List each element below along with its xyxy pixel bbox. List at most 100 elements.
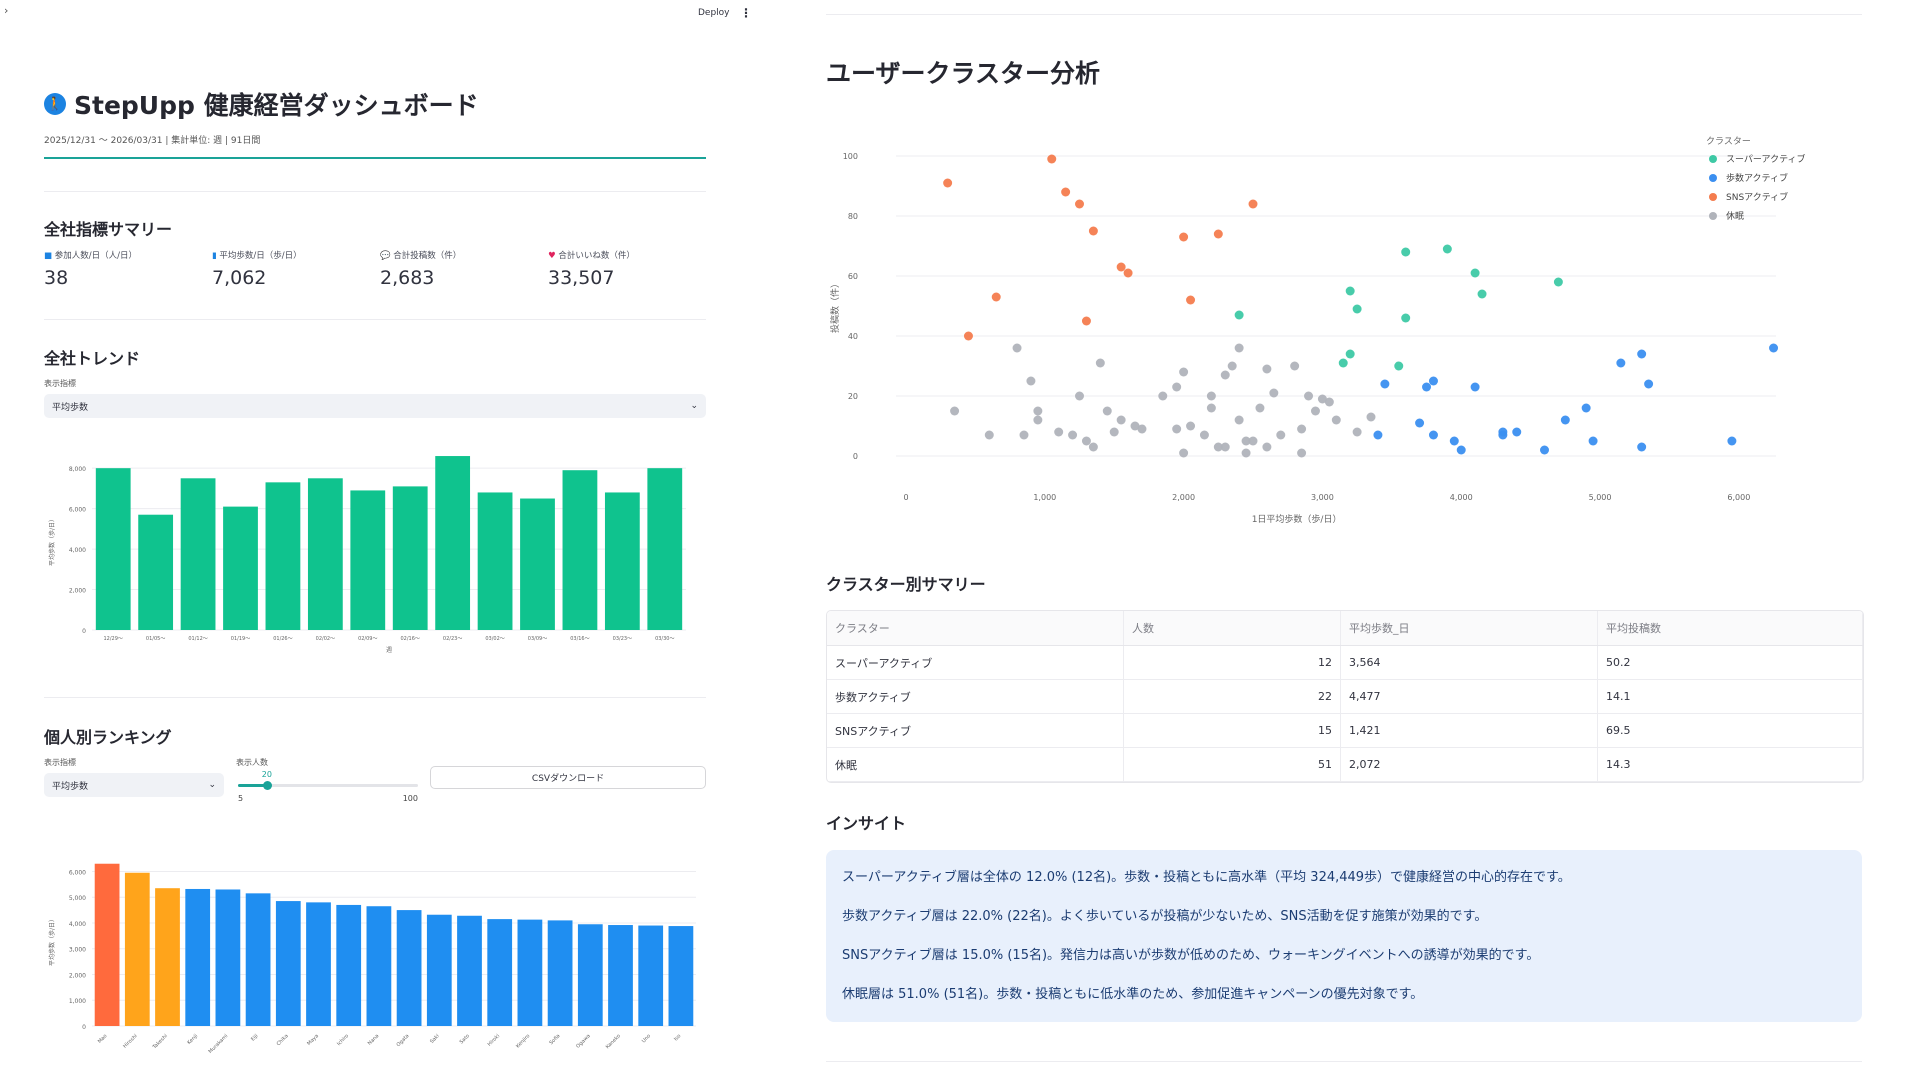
ranking-bar-chart: 0 1,000 2,000 3,000 4,000 5,000 6,000 平均歩数（歩/日）… bbox=[48, 863, 696, 1055]
x-tick-label: 12/29〜 bbox=[104, 636, 123, 642]
trend-bar-chart: 0 2,000 4,000 6,000 8,000 平均歩数（歩/日） 12/29〜 01/0… bbox=[48, 456, 686, 654]
ranking-heading: 個人別ランキング bbox=[44, 724, 172, 748]
ranking-metric-select[interactable]: 平均歩数 ⌄ bbox=[44, 773, 224, 797]
legend-marker bbox=[1709, 174, 1717, 182]
summary-heading: 全社指標サマリー bbox=[44, 216, 172, 240]
x-axis-label: 1日平均歩数（歩/日） bbox=[1252, 513, 1342, 525]
slider-min: 5 bbox=[238, 794, 244, 803]
x-tick-label: 3,000 bbox=[1311, 493, 1334, 502]
insight-heading: インサイト bbox=[826, 810, 906, 834]
metric-likes: ♥ 合計いいね数（件） 33,507 bbox=[548, 249, 716, 289]
speech-icon: 💬 bbox=[380, 251, 391, 261]
scatter-point bbox=[1234, 415, 1244, 425]
chart-bar bbox=[487, 919, 513, 1026]
x-tick-label: 02/02〜 bbox=[316, 636, 335, 642]
people-icon: ■ bbox=[44, 251, 53, 261]
chart-bar bbox=[517, 919, 543, 1026]
x-tick-label: Iso bbox=[673, 1033, 682, 1042]
scatter-point bbox=[1338, 358, 1348, 368]
scatter-point bbox=[1352, 427, 1362, 437]
column-header[interactable]: クラスター bbox=[827, 611, 1124, 646]
chart-bar bbox=[396, 910, 422, 1026]
scatter-point bbox=[1297, 424, 1307, 434]
trend-heading-text: 全社トレンド bbox=[44, 349, 141, 368]
display-count-slider[interactable]: 20 5 100 bbox=[238, 770, 418, 804]
y-tick-label: 0 bbox=[82, 1024, 86, 1031]
scatter-point bbox=[1380, 379, 1390, 389]
scatter-point bbox=[1179, 367, 1189, 377]
metric-label: 平均歩数/日（歩/日） bbox=[219, 251, 302, 261]
scatter-point bbox=[1428, 430, 1438, 440]
x-tick-label: 03/23〜 bbox=[613, 636, 632, 642]
cluster-heading-text: ユーザークラスター分析 bbox=[826, 59, 1101, 88]
chart-bar bbox=[366, 906, 392, 1026]
chart-bar bbox=[215, 889, 241, 1026]
table-cell: 歩数アクティブ bbox=[827, 679, 1124, 714]
scatter-point bbox=[1512, 427, 1522, 437]
scatter-point bbox=[1422, 382, 1432, 392]
x-tick-label: 2,000 bbox=[1172, 493, 1195, 502]
sidebar-expand-chevron[interactable]: › bbox=[4, 4, 8, 17]
y-tick-label: 80 bbox=[848, 212, 858, 221]
scatter-point bbox=[1269, 388, 1279, 398]
table-cell: 22 bbox=[1123, 679, 1341, 714]
slider-thumb[interactable] bbox=[262, 781, 272, 790]
x-tick-label: Takeshi bbox=[151, 1033, 169, 1051]
x-tick-label: Eiji bbox=[250, 1033, 259, 1042]
summary-table: クラスター 人数 平均歩数_日 平均投稿数 スーパーアクティブ 12 3,564 50… bbox=[827, 611, 1863, 782]
chart-bar bbox=[577, 924, 603, 1026]
y-tick-label: 0 bbox=[82, 628, 86, 635]
insight-line: スーパーアクティブ層は全体の 12.0% (12名)。歩数・投稿ともに高水準（平… bbox=[842, 870, 1571, 885]
chart-bar bbox=[604, 492, 640, 630]
scatter-point bbox=[1220, 370, 1230, 380]
scatter-point bbox=[1047, 154, 1057, 164]
scatter-point bbox=[1248, 199, 1258, 209]
legend-marker bbox=[1709, 193, 1717, 201]
legend-marker bbox=[1709, 155, 1717, 163]
scatter-point bbox=[1102, 406, 1112, 416]
table-cell: 51 bbox=[1123, 747, 1341, 782]
y-tick-label: 8,000 bbox=[69, 466, 86, 473]
insight-line: 歩数アクティブ層は 22.0% (22名)。よく歩いているが投稿が少ないため、S… bbox=[842, 909, 1488, 924]
csv-download-button[interactable]: CSVダウンロード bbox=[430, 766, 706, 789]
scatter-point bbox=[963, 331, 973, 341]
scatter-point bbox=[1081, 316, 1091, 326]
table-cell: 1,421 bbox=[1340, 713, 1598, 748]
scatter-point bbox=[984, 430, 994, 440]
walking-person-icon: 🚶 bbox=[44, 93, 66, 115]
scatter-point bbox=[1213, 229, 1223, 239]
scatter-point bbox=[1442, 244, 1452, 254]
scatter-point bbox=[1186, 295, 1196, 305]
chart-bar bbox=[306, 902, 331, 1026]
x-tick-label: 03/09〜 bbox=[528, 636, 547, 642]
metric-label: 合計投稿数（件） bbox=[393, 251, 462, 261]
trend-metric-select[interactable]: 平均歩数 ⌄ bbox=[44, 394, 706, 418]
y-tick-label: 20 bbox=[848, 392, 858, 401]
scatter-point bbox=[1637, 349, 1647, 359]
column-header[interactable]: 平均投稿数 bbox=[1597, 611, 1863, 646]
legend-label: SNSアクティブ bbox=[1726, 191, 1788, 203]
scatter-point bbox=[1297, 448, 1307, 458]
x-tick-label: 01/05〜 bbox=[146, 636, 165, 642]
deploy-button[interactable]: Deploy bbox=[698, 8, 730, 18]
y-tick-label: 1,000 bbox=[69, 998, 86, 1005]
x-tick-label: Sofia bbox=[548, 1033, 561, 1046]
ranking-heading-text: 個人別ランキング bbox=[44, 728, 172, 747]
chart-bar bbox=[638, 925, 664, 1026]
column-header[interactable]: 平均歩数_日 bbox=[1340, 611, 1598, 646]
column-header[interactable]: 人数 bbox=[1123, 611, 1341, 646]
chart-bar bbox=[307, 478, 343, 630]
divider bbox=[826, 14, 1862, 15]
chart-bar bbox=[94, 863, 120, 1026]
x-tick-label: 01/26〜 bbox=[273, 636, 292, 642]
main-menu-icon[interactable]: ⋮ bbox=[740, 6, 752, 20]
scatter-point bbox=[1498, 430, 1508, 440]
x-tick-label: 03/30〜 bbox=[655, 636, 674, 642]
table-cell: 12 bbox=[1123, 645, 1341, 680]
scatter-point bbox=[1553, 277, 1563, 287]
divider bbox=[44, 319, 706, 320]
insight-line: SNSアクティブ層は 15.0% (15名)。発信力は高いが歩数が低めのため、ウ… bbox=[842, 948, 1540, 963]
slider-value: 20 bbox=[261, 770, 272, 779]
x-tick-label: 02/16〜 bbox=[401, 636, 420, 642]
app-title-text: StepUpp 健康経営ダッシュボード bbox=[74, 91, 479, 120]
